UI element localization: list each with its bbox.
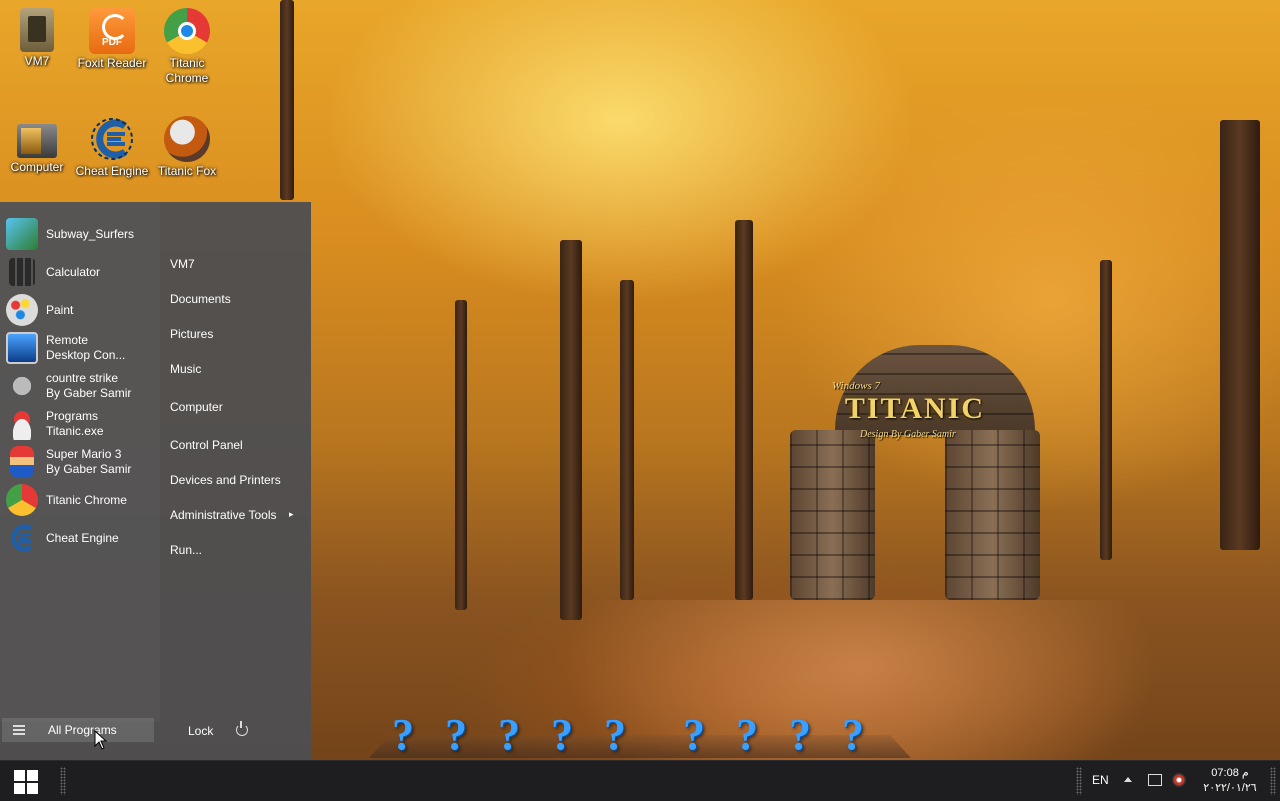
all-programs-button[interactable]: All Programs bbox=[2, 718, 154, 742]
program-item-cheat-engine[interactable]: Cheat Engine bbox=[6, 520, 156, 556]
dock-item-unknown-icon[interactable]: ? bbox=[545, 712, 579, 758]
tray-app-icon[interactable] bbox=[1172, 773, 1186, 787]
place-link-pictures[interactable]: Pictures bbox=[170, 327, 213, 341]
remote-desktop-icon bbox=[6, 332, 38, 364]
program-label-line2: Desktop Con... bbox=[46, 348, 126, 362]
chrome-icon bbox=[164, 8, 210, 54]
desktop-icon-titanic-chrome[interactable]: Titanic Chrome bbox=[150, 8, 224, 86]
language-indicator[interactable]: EN bbox=[1092, 773, 1109, 787]
program-label: Calculator bbox=[46, 264, 101, 279]
brand-overline: Windows 7 bbox=[832, 380, 880, 392]
program-item-subway-surfers[interactable]: Subway_Surfers bbox=[6, 216, 156, 252]
place-link-documents[interactable]: Documents bbox=[170, 292, 231, 306]
lock-button[interactable]: Lock bbox=[188, 724, 213, 738]
program-label: Cheat Engine bbox=[46, 530, 119, 545]
program-label-line1: Remote bbox=[46, 333, 89, 347]
program-item-titanic-chrome[interactable]: Titanic Chrome bbox=[6, 482, 156, 518]
dock-item-unknown-icon[interactable]: ? bbox=[783, 712, 817, 758]
subway-surfers-icon bbox=[6, 218, 38, 250]
dock-item-unknown-icon[interactable]: ? bbox=[677, 712, 711, 758]
dock: ? ? ? ? ? ? ? ? ? bbox=[369, 712, 911, 760]
chrome-icon bbox=[6, 484, 38, 516]
desktop-icon-titanic-fox[interactable]: Titanic Fox bbox=[150, 116, 224, 179]
program-label: Paint bbox=[46, 302, 74, 317]
pdf-icon: PDF bbox=[89, 8, 135, 54]
program-label-line2: Titanic.exe bbox=[46, 424, 104, 438]
tree-trunk bbox=[455, 300, 467, 610]
cheat-engine-icon bbox=[6, 522, 38, 554]
tree-trunk bbox=[1100, 260, 1112, 560]
program-label: Subway_Surfers bbox=[46, 226, 135, 241]
desktop-icon-foxit-reader[interactable]: PDF Foxit Reader bbox=[75, 8, 149, 71]
place-link-vm7[interactable]: VM7 bbox=[170, 257, 195, 271]
brand-subtitle: Design By Gaber Samir bbox=[860, 429, 956, 440]
place-link-computer[interactable]: Computer bbox=[170, 400, 223, 414]
titanic-programs-icon bbox=[6, 408, 38, 440]
place-link-run[interactable]: Run... bbox=[170, 543, 202, 557]
place-link-devices-and-printers[interactable]: Devices and Printers bbox=[170, 473, 281, 487]
submenu-arrow-icon: ▸ bbox=[289, 509, 294, 519]
tree-trunk bbox=[560, 240, 582, 620]
power-icon[interactable] bbox=[236, 721, 248, 736]
program-item-remote-desktop[interactable]: Remote Desktop Con... bbox=[6, 330, 156, 366]
taskbar-grip[interactable] bbox=[1076, 767, 1082, 795]
desktop-icon-computer[interactable]: Computer bbox=[0, 116, 74, 175]
stone-pillar-left bbox=[790, 430, 875, 600]
computer-icon bbox=[17, 124, 57, 158]
program-item-paint[interactable]: Paint bbox=[6, 292, 156, 328]
program-item-calculator[interactable]: Calculator bbox=[6, 254, 156, 290]
dock-item-unknown-icon[interactable]: ? bbox=[386, 712, 420, 758]
mario-icon bbox=[10, 446, 34, 478]
desktop-icon-label: VM7 bbox=[24, 54, 50, 68]
dock-item-unknown-icon[interactable]: ? bbox=[492, 712, 526, 758]
dock-item-unknown-icon[interactable]: ? bbox=[836, 712, 870, 758]
firefox-icon bbox=[164, 116, 210, 162]
program-label-line2: By Gaber Samir bbox=[46, 386, 132, 400]
program-item-super-mario[interactable]: Super Mario 3 By Gaber Samir bbox=[6, 444, 156, 480]
calculator-icon bbox=[9, 258, 35, 286]
brand-logo-text: TITANIC bbox=[844, 392, 986, 425]
desktop-icon-cheat-engine[interactable]: Cheat Engine bbox=[75, 116, 149, 179]
place-link-control-panel[interactable]: Control Panel bbox=[170, 438, 243, 452]
clock-date: ٢٠٢٢/٠١/٢٦ bbox=[1203, 782, 1257, 794]
show-hidden-icons-arrow-icon[interactable] bbox=[1124, 777, 1132, 782]
cheat-engine-icon bbox=[89, 116, 135, 162]
desktop-icon-label: Foxit Reader bbox=[77, 56, 147, 70]
tree-trunk bbox=[1220, 120, 1260, 550]
program-item-titanic-programs[interactable]: Programs Titanic.exe bbox=[6, 406, 156, 442]
program-label-line1: countre strike bbox=[46, 371, 119, 385]
tree-trunk bbox=[620, 280, 634, 600]
program-label-line1: Programs bbox=[46, 409, 99, 423]
windows-start-button[interactable] bbox=[14, 770, 38, 794]
mouse-cursor-icon bbox=[94, 730, 108, 750]
program-label: Titanic Chrome bbox=[46, 492, 127, 507]
vm7-icon bbox=[20, 8, 54, 52]
desktop-icon-label: Computer bbox=[10, 160, 64, 174]
desktop-icon-label: Titanic Chrome bbox=[165, 56, 209, 85]
desktop-icon-label: Cheat Engine bbox=[75, 164, 149, 178]
clock-time: 07:08 م bbox=[1211, 767, 1249, 779]
counter-strike-icon bbox=[6, 370, 38, 402]
network-icon[interactable] bbox=[1148, 774, 1162, 786]
place-link-music[interactable]: Music bbox=[170, 362, 201, 376]
list-icon bbox=[13, 725, 25, 737]
dock-item-unknown-icon[interactable]: ? bbox=[730, 712, 764, 758]
tree-trunk bbox=[280, 0, 294, 200]
tree-trunk bbox=[735, 220, 753, 600]
taskbar: EN 07:08 م ٢٠٢٢/٠١/٢٦ bbox=[0, 760, 1280, 801]
desktop-icon-vm7[interactable]: VM7 bbox=[0, 8, 74, 69]
program-label-line1: Super Mario 3 bbox=[46, 447, 122, 461]
program-label-line2: By Gaber Samir bbox=[46, 462, 132, 476]
desktop-icon-label: Titanic Fox bbox=[157, 164, 217, 178]
clock[interactable]: 07:08 م ٢٠٢٢/٠١/٢٦ bbox=[1190, 766, 1270, 796]
show-desktop-grip[interactable] bbox=[1270, 767, 1276, 795]
taskbar-grip[interactable] bbox=[60, 767, 66, 795]
pdf-badge: PDF bbox=[102, 37, 122, 48]
program-item-counter-strike[interactable]: countre strike By Gaber Samir bbox=[6, 368, 156, 404]
dock-item-unknown-icon[interactable]: ? bbox=[439, 712, 473, 758]
paint-icon bbox=[6, 294, 38, 326]
place-link-administrative-tools[interactable]: Administrative Tools bbox=[170, 508, 277, 522]
stone-pillar-right bbox=[945, 430, 1040, 600]
dock-item-unknown-icon[interactable]: ? bbox=[598, 712, 632, 758]
